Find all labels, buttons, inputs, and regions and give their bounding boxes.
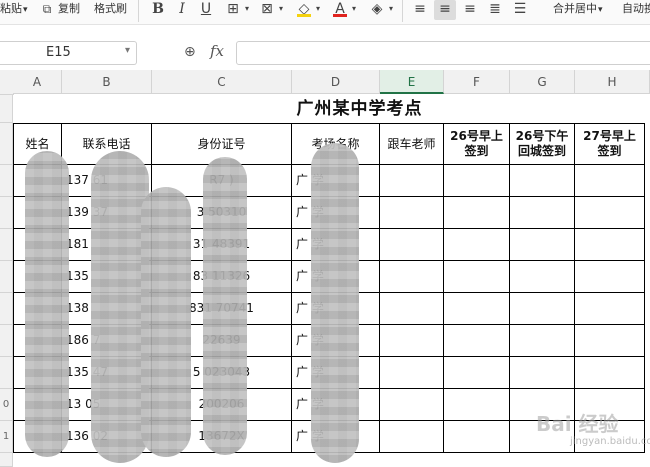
spreadsheet-grid[interactable]: 广州某中学考点 姓名 联系电话 身份证号 考场名称 跟车老师 26号早上签到 2… [13, 95, 650, 467]
merge-center-button[interactable]: 合并居中▾ [553, 0, 603, 18]
table-cell[interactable] [510, 325, 575, 357]
col-header-f[interactable]: F [444, 70, 510, 94]
row-header[interactable]: 0 [0, 389, 13, 421]
copy-button[interactable]: 复制 [58, 0, 80, 18]
header-cell[interactable]: 26号下午回城签到 [510, 123, 575, 165]
copy-icon[interactable]: ⧉ [38, 0, 56, 18]
table-cell[interactable] [380, 261, 444, 293]
table-cell[interactable] [444, 261, 510, 293]
table-cell[interactable] [444, 293, 510, 325]
paste-button[interactable]: 粘贴▾ [0, 0, 28, 18]
table-cell[interactable] [575, 325, 645, 357]
name-box-value: E15 [46, 45, 71, 60]
header-cell[interactable]: 27号早上签到 [575, 123, 645, 165]
table-cell[interactable] [444, 389, 510, 421]
table-cell[interactable] [510, 165, 575, 197]
row-header[interactable] [0, 165, 13, 197]
justify-icon[interactable]: ≣ [486, 0, 504, 18]
header-cell[interactable]: 26号早上签到 [444, 123, 510, 165]
sheet-title: 广州某中学考点 [296, 99, 423, 119]
table-cell[interactable] [510, 293, 575, 325]
select-all-corner[interactable] [0, 70, 14, 95]
underline-icon[interactable]: U [197, 0, 215, 18]
watermark-text: Bai 经验 [536, 412, 619, 436]
border-dropdown-icon[interactable]: ▾ [238, 0, 256, 18]
row-header[interactable] [0, 453, 13, 467]
table-cell[interactable] [575, 165, 645, 197]
fx-icon[interactable]: fx [210, 42, 224, 60]
row-header[interactable] [0, 357, 13, 389]
name-box[interactable]: E15 ▾ [0, 41, 137, 65]
wrap-icon[interactable]: ☰ [511, 0, 529, 18]
col-header-e[interactable]: E [380, 70, 444, 94]
table-cell[interactable] [380, 197, 444, 229]
col-header-h[interactable]: H [575, 70, 650, 94]
eraser-dropdown-icon[interactable]: ▾ [382, 0, 400, 18]
privacy-blur [311, 143, 359, 463]
table-cell[interactable] [510, 357, 575, 389]
table-cell[interactable] [380, 357, 444, 389]
table-cell[interactable] [380, 229, 444, 261]
table-cell[interactable] [444, 421, 510, 453]
header-cell[interactable]: 跟车老师 [380, 123, 444, 165]
col-header-b[interactable]: B [62, 70, 152, 94]
table-cell[interactable] [510, 229, 575, 261]
table-cell[interactable] [380, 293, 444, 325]
align-center-icon[interactable]: ≡ [436, 0, 454, 18]
watermark-sub: jingyan.baidu.com [570, 436, 650, 447]
col-header-d[interactable]: D [292, 70, 380, 94]
table-cell[interactable] [380, 389, 444, 421]
row-header[interactable]: 1 [0, 421, 13, 453]
toolbar-divider [138, 0, 139, 22]
formula-bar: E15 ▾ ⊕ fx [0, 37, 650, 69]
table-cell[interactable] [444, 357, 510, 389]
formula-input[interactable] [236, 41, 650, 65]
row-header[interactable] [0, 325, 13, 357]
col-header-c[interactable]: C [152, 70, 292, 94]
watermark: Bai 经验 jingyan.baidu.com [510, 400, 650, 460]
auto-wrap-button[interactable]: 自动换行 [622, 0, 650, 18]
row-header[interactable] [0, 293, 13, 325]
zoom-icon[interactable]: ⊕ [184, 44, 196, 60]
table-cell[interactable] [444, 229, 510, 261]
bold-icon[interactable]: B [149, 0, 167, 18]
row-header[interactable] [0, 197, 13, 229]
font-color-dropdown-icon[interactable]: ▾ [345, 0, 363, 18]
privacy-blur [203, 157, 247, 455]
table-cell[interactable] [380, 165, 444, 197]
ribbon-toolbar: 粘贴▾ ⧉ 复制 格式刷 B I U ⊞ ▾ ⊠ ▾ ◇ ▾ A ▾ ◈ ▾ ≡… [0, 0, 650, 25]
format-dropdown-icon[interactable]: ▾ [272, 0, 290, 18]
table-cell[interactable] [575, 261, 645, 293]
align-left-icon[interactable]: ≡ [411, 0, 429, 18]
table-cell[interactable] [510, 261, 575, 293]
format-painter-button[interactable]: 格式刷 [94, 0, 127, 18]
chevron-down-icon[interactable]: ▾ [125, 45, 130, 56]
table-cell[interactable] [575, 293, 645, 325]
row-header[interactable] [0, 123, 13, 165]
table-cell[interactable] [444, 325, 510, 357]
row-header[interactable] [0, 229, 13, 261]
table-cell[interactable] [510, 197, 575, 229]
italic-icon[interactable]: I [173, 0, 191, 18]
col-header-a[interactable]: A [13, 70, 62, 94]
row-header[interactable] [0, 95, 13, 123]
privacy-blur [25, 151, 69, 457]
col-header-g[interactable]: G [510, 70, 575, 94]
table-cell[interactable] [444, 165, 510, 197]
toolbar-divider [402, 0, 403, 22]
table-cell[interactable] [444, 197, 510, 229]
table-cell[interactable] [575, 357, 645, 389]
align-right-icon[interactable]: ≡ [461, 0, 479, 18]
table-cell[interactable] [380, 325, 444, 357]
table-cell[interactable] [575, 197, 645, 229]
fill-dropdown-icon[interactable]: ▾ [309, 0, 327, 18]
row-header[interactable] [0, 261, 13, 293]
table-cell[interactable] [575, 229, 645, 261]
privacy-blur [141, 187, 191, 457]
table-cell[interactable] [380, 421, 444, 453]
